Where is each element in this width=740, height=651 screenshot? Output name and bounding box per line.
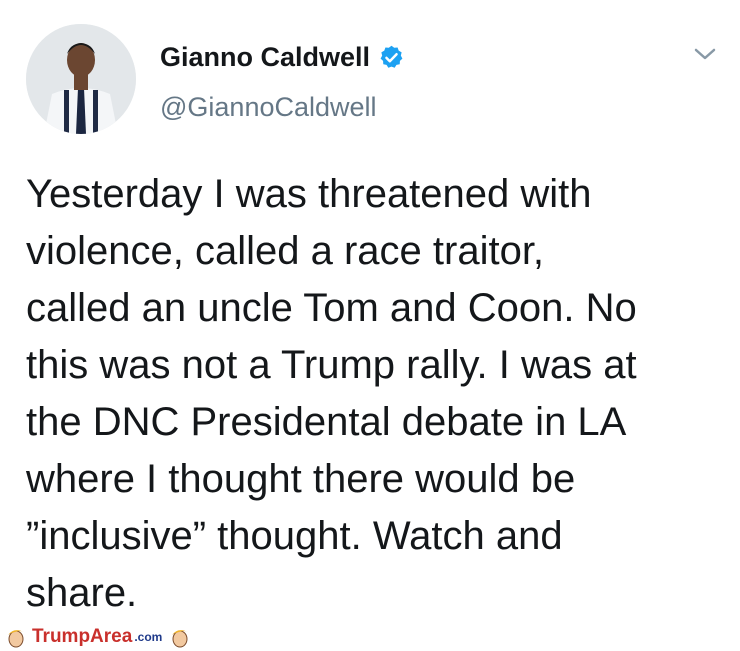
avatar[interactable] [26, 24, 136, 134]
trump-face-icon [172, 630, 189, 648]
chevron-down-icon[interactable] [692, 44, 718, 64]
watermark-suffix: .com [134, 630, 163, 644]
tweet-text: Yesterday I was threatened with violence… [26, 172, 637, 615]
avatar-image [26, 24, 136, 134]
trump-face-icon [8, 630, 24, 648]
watermark: TrumpArea .com [6, 626, 190, 648]
verified-badge-icon [380, 45, 403, 68]
author-name[interactable]: Gianno Caldwell [160, 42, 370, 73]
author-handle[interactable]: @GiannoCaldwell [160, 92, 377, 123]
watermark-brand: TrumpArea [32, 626, 133, 647]
author-name-row: Gianno Caldwell [160, 42, 405, 73]
